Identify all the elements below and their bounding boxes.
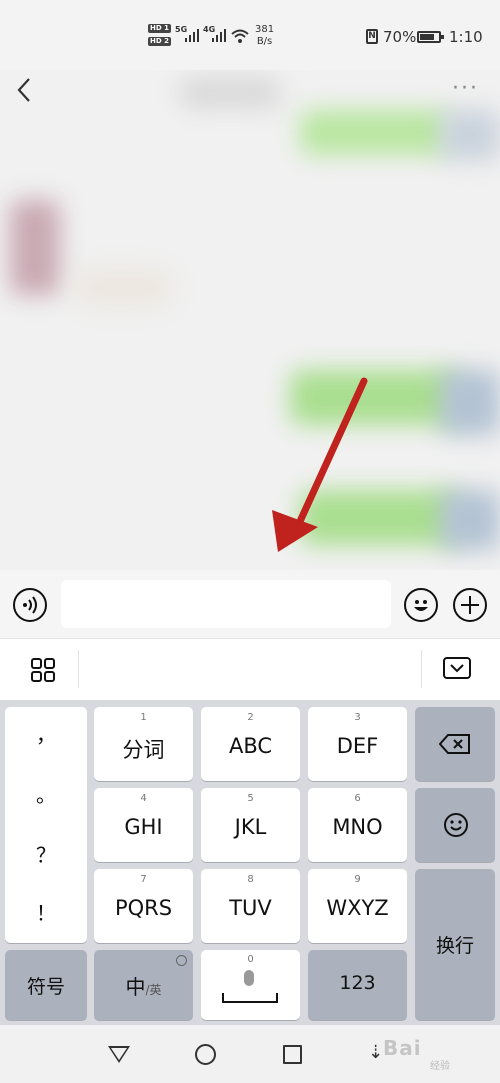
- punctuation-column: ， 。 ？ ！: [5, 707, 87, 943]
- key-exclamation[interactable]: ！: [5, 897, 87, 926]
- toolbar-divider: [78, 650, 79, 688]
- chevron-down-icon: [450, 664, 464, 673]
- smiley-icon: [414, 600, 428, 611]
- key-question[interactable]: ？: [5, 839, 87, 868]
- add-more-button[interactable]: [453, 588, 487, 622]
- microphone-icon: [244, 970, 254, 986]
- key-2-abc[interactable]: 2 ABC: [201, 707, 300, 781]
- smiley-icon: [444, 813, 468, 837]
- system-nav-bar: [0, 1025, 500, 1083]
- key-4-ghi[interactable]: 4 GHI: [94, 788, 193, 862]
- plus-icon: [461, 596, 479, 614]
- numbers-key[interactable]: 123: [308, 950, 407, 1020]
- watermark-logo: Bai: [383, 1036, 422, 1060]
- keyboard-collapse-icon[interactable]: [443, 657, 471, 679]
- emoji-key[interactable]: [415, 788, 495, 862]
- voice-icon: [23, 596, 37, 614]
- symbols-key[interactable]: 符号: [5, 950, 87, 1020]
- key-1-fenci[interactable]: 1 分词: [94, 707, 193, 781]
- space-bar-icon: [222, 993, 278, 1003]
- nav-notification-down-icon[interactable]: ⇣: [368, 1042, 383, 1063]
- key-5-jkl[interactable]: 5 JKL: [201, 788, 300, 862]
- keyboard-menu-grid-icon[interactable]: [31, 658, 55, 682]
- key-period[interactable]: 。: [5, 779, 87, 808]
- globe-icon: [176, 955, 187, 966]
- backspace-key[interactable]: [415, 707, 495, 781]
- key-9-wxyz[interactable]: 9 WXYZ: [308, 869, 407, 943]
- language-switch-key[interactable]: 中/英: [94, 950, 193, 1020]
- nav-home-icon[interactable]: [195, 1044, 216, 1065]
- toolbar-divider: [421, 650, 422, 688]
- emoji-button[interactable]: [404, 588, 438, 622]
- nav-recent-apps-icon[interactable]: [283, 1045, 302, 1064]
- backspace-icon: [439, 734, 470, 754]
- key-3-def[interactable]: 3 DEF: [308, 707, 407, 781]
- watermark-sub: 经验: [430, 1061, 450, 1072]
- voice-input-button[interactable]: [13, 588, 47, 622]
- key-8-tuv[interactable]: 8 TUV: [201, 869, 300, 943]
- key-7-pqrs[interactable]: 7 PQRS: [94, 869, 193, 943]
- key-comma[interactable]: ，: [5, 719, 87, 748]
- nav-back-icon[interactable]: [108, 1046, 130, 1063]
- keyboard-toolbar: [0, 638, 500, 700]
- newline-key[interactable]: 换行: [415, 869, 495, 1020]
- message-input[interactable]: [61, 580, 391, 628]
- annotation-arrow-icon: [272, 377, 368, 552]
- key-6-mno[interactable]: 6 MNO: [308, 788, 407, 862]
